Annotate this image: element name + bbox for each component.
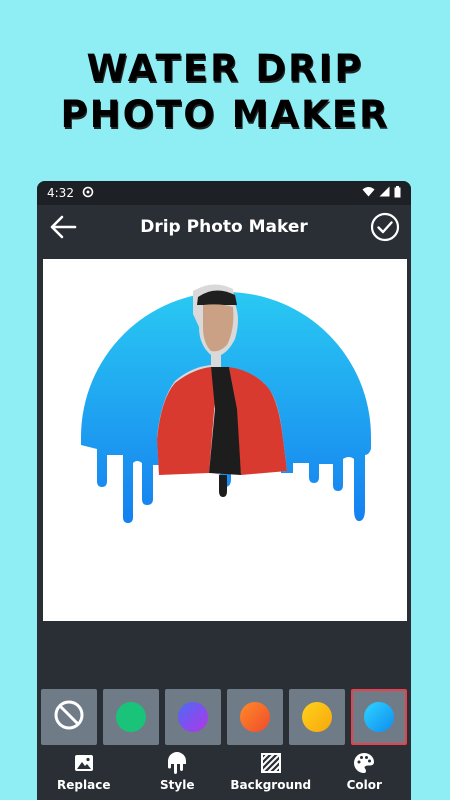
image-icon	[72, 751, 96, 775]
color-dot-purple	[178, 702, 208, 732]
toolbar-title: Drip Photo Maker	[140, 217, 308, 237]
nav-replace[interactable]: Replace	[39, 751, 129, 800]
check-circle-icon[interactable]	[370, 212, 400, 242]
promo-title-line1: WATER DRIP	[86, 47, 364, 90]
sync-icon	[82, 186, 94, 201]
color-dot-yellow	[302, 702, 332, 732]
wifi-icon	[362, 186, 375, 200]
nav-replace-label: Replace	[57, 778, 111, 792]
nav-style-label: Style	[160, 778, 195, 792]
toolbar: Drip Photo Maker	[37, 205, 411, 249]
nav-background-label: Background	[230, 778, 312, 792]
bottom-nav: Replace Style Background Color	[37, 751, 411, 800]
signal-icon	[379, 186, 390, 200]
swatch-green[interactable]	[103, 689, 159, 745]
nav-style[interactable]: Style	[132, 751, 222, 800]
battery-icon	[394, 185, 401, 201]
phone-screen: 4:32 Drip Photo Maker Replace Style Back…	[37, 181, 411, 800]
nav-background[interactable]: Background	[226, 751, 316, 800]
palette-icon	[352, 751, 376, 775]
nav-color[interactable]: Color	[319, 751, 409, 800]
swatch-purple[interactable]	[165, 689, 221, 745]
photo-canvas[interactable]	[43, 259, 407, 621]
color-dot-orange	[240, 702, 270, 732]
nav-color-label: Color	[346, 778, 382, 792]
no-color-icon	[53, 699, 85, 735]
color-dot-green	[116, 702, 146, 732]
swatch-yellow[interactable]	[289, 689, 345, 745]
color-dot-blue	[364, 702, 394, 732]
swatch-orange[interactable]	[227, 689, 283, 745]
color-swatch-row	[41, 689, 409, 745]
promo-title: WATER DRIP PHOTO MAKER	[0, 46, 450, 138]
swatch-none[interactable]	[41, 689, 97, 745]
promo-title-line2: PHOTO MAKER	[60, 93, 390, 136]
drip-icon	[165, 751, 189, 775]
swatch-blue[interactable]	[351, 689, 407, 745]
status-bar: 4:32	[37, 181, 411, 205]
drip-photo-preview	[81, 284, 371, 523]
status-time: 4:32	[47, 186, 74, 200]
texture-icon	[259, 751, 283, 775]
